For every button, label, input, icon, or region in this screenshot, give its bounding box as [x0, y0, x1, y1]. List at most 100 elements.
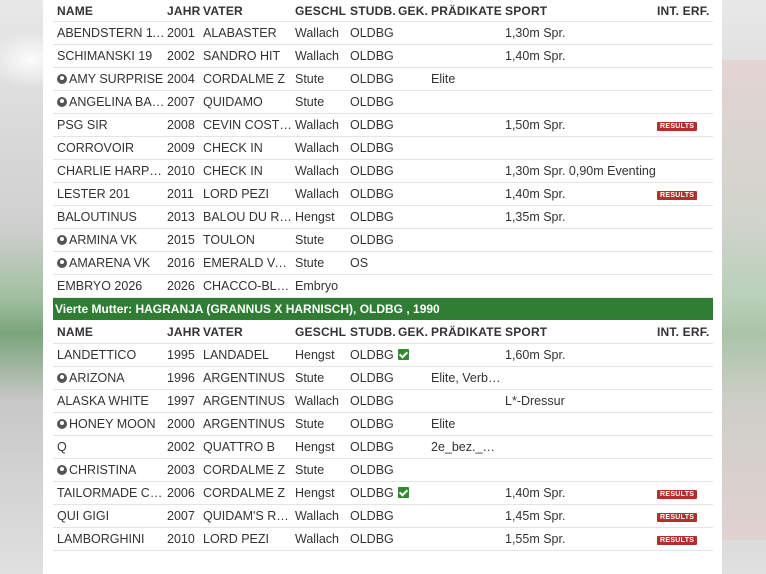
sire-name[interactable]: ALABASTER	[203, 22, 293, 44]
mare-icon	[57, 419, 67, 429]
horse-name[interactable]: LESTER 201	[57, 183, 165, 205]
horse-name[interactable]: SCHIMANSKI 19	[57, 45, 165, 67]
sire-name[interactable]: CORDALME Z	[203, 459, 293, 481]
sire-name[interactable]: ARGENTINUS	[203, 390, 293, 412]
col-sport: SPORT	[505, 4, 548, 18]
sire-name[interactable]: ARGENTINUS	[203, 367, 293, 389]
sire-name[interactable]: LANDADEL	[203, 344, 293, 366]
horse-name[interactable]: Q	[57, 436, 165, 458]
licensed-cell	[398, 91, 428, 113]
sire-name[interactable]: CHECK IN	[203, 160, 293, 182]
horse-name-text: CHARLIE HARPER 3	[57, 164, 165, 178]
sire-name[interactable]: CHECK IN	[203, 137, 293, 159]
sire-name[interactable]: CORDALME Z	[203, 482, 293, 504]
studbook: OLDBG	[350, 141, 394, 155]
sire-name[interactable]: EMERALD VAN 'T RUYTE	[203, 252, 293, 274]
table-row: BALOUTINUS 2013 BALOU DU ROUETHengst OLDBG 1…	[53, 206, 713, 229]
int-results-cell: RESULTS	[657, 505, 713, 527]
birth-year: 2007	[167, 95, 195, 109]
sport-result	[505, 367, 655, 389]
table-row: CORROVOIR 2009 CHECK IN Wallach OLDBG	[53, 137, 713, 160]
studbook: OLDBG	[350, 49, 394, 63]
results-badge[interactable]: RESULTS	[657, 191, 698, 200]
birth-year: 2001	[167, 26, 195, 40]
sire-name[interactable]: LORD PEZI	[203, 183, 293, 205]
sex: Hengst	[295, 440, 335, 454]
licensed-cell	[398, 229, 428, 251]
predicates	[431, 275, 503, 297]
int-results-cell	[657, 436, 713, 458]
licensed-cell	[398, 160, 428, 182]
results-badge[interactable]: RESULTS	[657, 513, 698, 522]
horse-name[interactable]: LAMBORGHINI	[57, 528, 165, 550]
birth-year: 2008	[167, 118, 195, 132]
sire-name[interactable]: ARGENTINUS	[203, 413, 293, 435]
horse-name[interactable]: ABENDSTERN 110	[57, 22, 165, 44]
int-results-cell	[657, 91, 713, 113]
licensed-cell	[398, 390, 428, 412]
sex: Stute	[295, 233, 325, 247]
sex: Hengst	[295, 348, 335, 362]
col-sex: GESCHL.	[295, 4, 347, 18]
horse-name-text: Q	[57, 440, 67, 454]
horse-name[interactable]: HONEY MOON	[57, 413, 165, 435]
sire-name[interactable]: QUATTRO B	[203, 436, 293, 458]
results-badge[interactable]: RESULTS	[657, 490, 698, 499]
predicates	[431, 390, 503, 412]
sire-name[interactable]: CORDALME Z	[203, 68, 293, 90]
horse-name[interactable]: TAILORMADE CONTENDRO	[57, 482, 165, 504]
horse-name[interactable]: QUI GIGI	[57, 505, 165, 527]
horse-name[interactable]: ARIZONA	[57, 367, 165, 389]
sire-name[interactable]: QUIDAMO	[203, 91, 293, 113]
studbook: OLDBG	[350, 417, 394, 431]
sire-name[interactable]: BALOU DU ROUET	[203, 206, 293, 228]
table-row: HONEY MOON 2000 ARGENTINUS Stute OLDBG Elite	[53, 413, 713, 436]
int-results-cell	[657, 137, 713, 159]
mare-icon	[57, 235, 67, 245]
horse-name[interactable]: CHARLIE HARPER 3	[57, 160, 165, 182]
sport-result: 1,40m Spr.	[505, 486, 566, 500]
horse-name[interactable]: LANDETTICO	[57, 344, 165, 366]
sex: Wallach	[295, 49, 339, 63]
table-row: PSG SIR 2008 CEVIN COSTNERWallach OLDBG 1,50…	[53, 114, 713, 137]
sex: Wallach	[295, 532, 339, 546]
horse-name[interactable]: ARMINA VK	[57, 229, 165, 251]
licensed-cell	[398, 275, 428, 297]
offspring-group-b: LANDETTICO 1995 LANDADEL Hengst OLDBG 1,60m S…	[53, 344, 713, 551]
sex: Stute	[295, 463, 325, 477]
horse-name[interactable]: AMY SURPRISE	[57, 68, 165, 90]
table-row: LANDETTICO 1995 LANDADEL Hengst OLDBG 1,60m S…	[53, 344, 713, 367]
horse-name[interactable]: BALOUTINUS	[57, 206, 165, 228]
table-row: ALASKA WHITE 1997 ARGENTINUS Wallach OLDBG L*…	[53, 390, 713, 413]
results-badge[interactable]: RESULTS	[657, 122, 698, 131]
sire-name[interactable]: QUIDAM'S RUBIN	[203, 505, 293, 527]
sire-name[interactable]: TOULON	[203, 229, 293, 251]
predicates	[431, 137, 503, 159]
horse-name[interactable]: PSG SIR	[57, 114, 165, 136]
horse-name-text: ARMINA VK	[69, 233, 138, 247]
horse-name[interactable]: AMARENA VK	[57, 252, 165, 274]
horse-name[interactable]: EMBRYO 2026	[57, 275, 165, 297]
sire-name[interactable]: LORD PEZI	[203, 528, 293, 550]
birth-year: 2007	[167, 509, 195, 523]
sex: Stute	[295, 417, 325, 431]
horse-name[interactable]: ANGELINA BABY	[57, 91, 165, 113]
predicates: 2e_bez._KWPN	[431, 440, 503, 454]
birth-year: 2009	[167, 141, 195, 155]
horse-name[interactable]: ALASKA WHITE	[57, 390, 165, 412]
studbook: OLDBG	[350, 26, 394, 40]
col-year: JAHR	[167, 325, 201, 339]
results-badge[interactable]: RESULTS	[657, 536, 698, 545]
horse-name[interactable]: CORROVOIR	[57, 137, 165, 159]
int-results-cell	[657, 68, 713, 90]
studbook	[350, 275, 396, 297]
studbook: OLDBG	[350, 440, 394, 454]
sire-name[interactable]: CHACCO-BLUE	[203, 275, 293, 297]
studbook: OLDBG	[350, 371, 394, 385]
horse-name[interactable]: CHRISTINA	[57, 459, 165, 481]
col-father: VATER	[203, 325, 243, 339]
sire-name[interactable]: CEVIN COSTNER	[203, 114, 293, 136]
predicates	[431, 206, 503, 228]
check-icon	[398, 349, 409, 360]
sire-name[interactable]: SANDRO HIT	[203, 45, 293, 67]
